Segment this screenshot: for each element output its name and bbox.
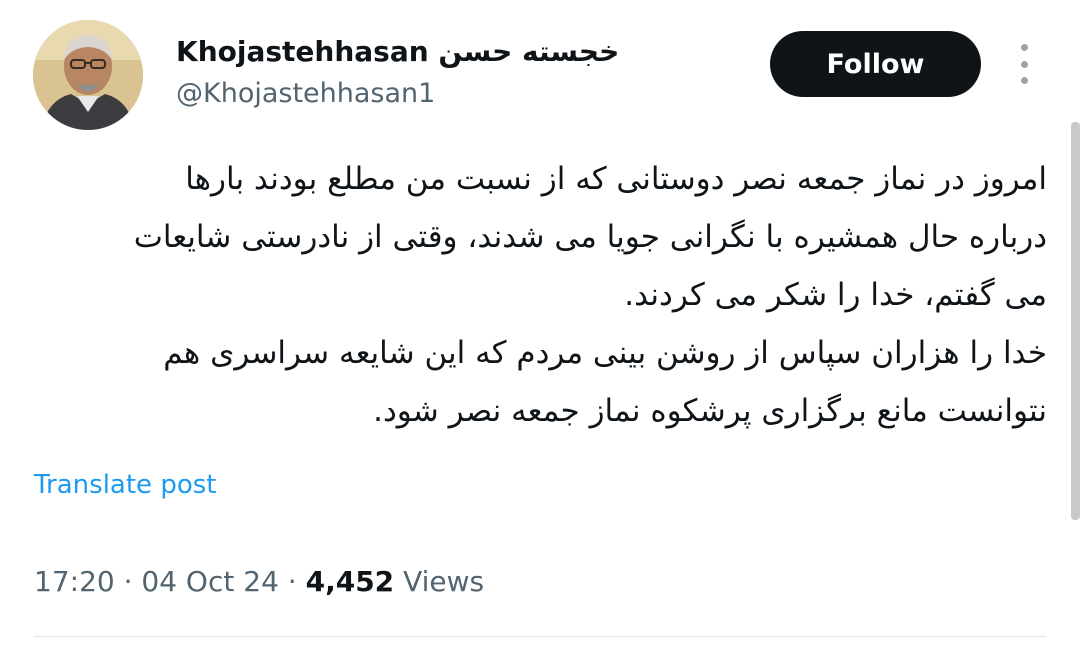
more-dot [1020, 44, 1028, 51]
views-count[interactable]: 4,452 [306, 565, 395, 598]
views-label: Views [394, 565, 485, 598]
tweet-line: امروز در نماز جمعه نصر دوستانی که از نسب… [185, 161, 1047, 197]
tweet-line: نتوانست مانع برگزاری پرشکوه نماز جمعه نص… [373, 393, 1047, 429]
scrollbar[interactable] [1071, 122, 1080, 520]
tweet-text: امروز در نماز جمعه نصر دوستانی که از نسب… [35, 150, 1047, 440]
translate-post-link[interactable]: Translate post [34, 468, 216, 502]
username[interactable]: @Khojastehhasan1 [176, 77, 435, 111]
post-time[interactable]: 17:20 [34, 565, 115, 598]
more-vertical-icon[interactable] [1012, 44, 1036, 84]
meta-separator: · [114, 565, 142, 598]
tweet-line: درباره حال همشیره با نگرانی جویا می شدند… [133, 219, 1047, 255]
display-name[interactable]: Khojastehhasan خجسته حسن [176, 34, 619, 70]
avatar[interactable] [33, 20, 143, 130]
avatar-photo [33, 20, 143, 130]
tweet-line: خدا را هزاران سپاس از روشن بینی مردم که … [163, 335, 1047, 371]
tweet-page: Khojastehhasan خجسته حسن @Khojastehhasan… [0, 0, 1080, 645]
more-dot [1020, 77, 1028, 84]
post-date[interactable]: 04 Oct 24 [141, 565, 278, 598]
tweet-metadata: 17:20 · 04 Oct 24 · 4,452 Views [34, 562, 484, 602]
meta-separator: · [278, 565, 306, 598]
tweet-line: می گفتم، خدا را شکر می کردند. [624, 277, 1047, 313]
more-dot [1020, 60, 1028, 68]
divider [34, 636, 1046, 637]
follow-button[interactable]: Follow [770, 31, 981, 97]
